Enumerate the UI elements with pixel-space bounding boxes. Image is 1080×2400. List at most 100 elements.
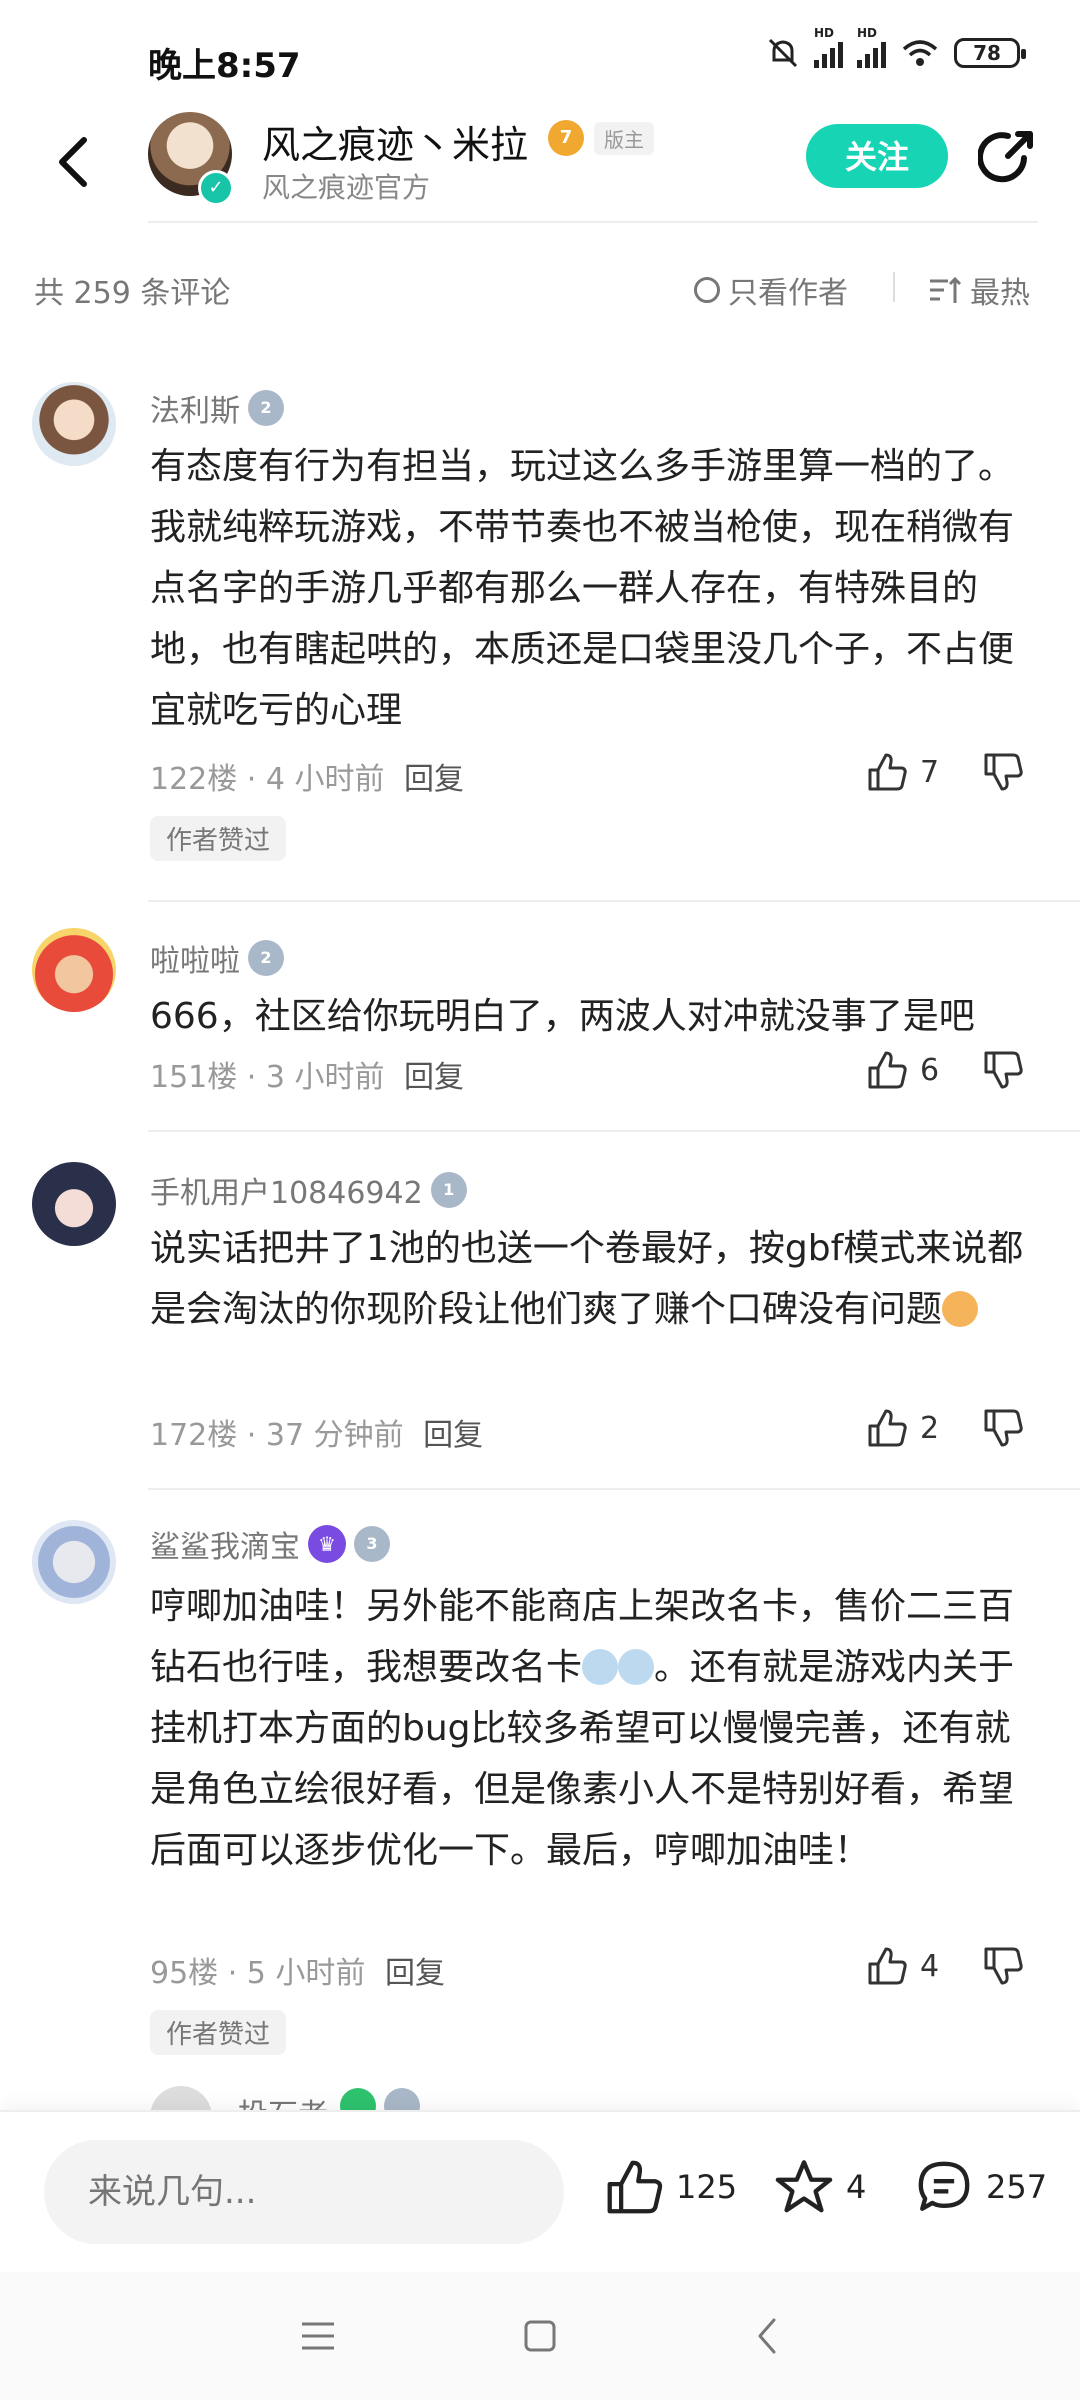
- post-like-button[interactable]: 125: [604, 2158, 737, 2216]
- comment-time: 4 小时前: [265, 762, 385, 797]
- signal-icon-2: HD: [857, 26, 886, 68]
- post-like-count: 125: [676, 2168, 738, 2206]
- comment-floor: 172楼: [150, 1418, 238, 1453]
- like-button[interactable]: 2: [866, 1408, 939, 1448]
- comment-meta: 122楼 · 4 小时前 回复: [150, 762, 465, 797]
- status-time: 晚上8:57: [148, 46, 301, 86]
- commenter-avatar[interactable]: [32, 382, 116, 466]
- commenter-row: 鲨鲨我滴宝 ♛ 3: [150, 1522, 390, 1566]
- comment-floor: 95楼: [150, 1956, 219, 1991]
- thumb-down-icon[interactable]: [982, 752, 1024, 792]
- commenter-name[interactable]: 法利斯: [150, 386, 240, 430]
- comment-meta: 95楼 · 5 小时前 回复: [150, 1956, 445, 1991]
- emoji-icon: [618, 1649, 655, 1685]
- comment-time: 3 小时前: [265, 1060, 385, 1095]
- comment-divider: [148, 900, 1080, 902]
- thumb-down-icon[interactable]: [982, 1050, 1024, 1090]
- commenter-name[interactable]: 手机用户10846942: [150, 1168, 423, 1212]
- signal-icon: HD: [814, 26, 843, 68]
- sort-label: 最热: [970, 276, 1030, 311]
- comment-text: 说实话把井了1池的也送一个卷最好，按gbf模式来说都是会淘汰的你现阶段让他们爽了…: [150, 1218, 1040, 1340]
- thumb-up-icon: [868, 1051, 907, 1089]
- author-liked-tag: 作者赞过: [150, 816, 287, 861]
- star-icon: [775, 2160, 833, 2213]
- trophy-badge-icon: ♛: [308, 1525, 346, 1563]
- like-count: 2: [920, 1410, 940, 1446]
- emoji-icon: [942, 1291, 979, 1327]
- home-icon[interactable]: [518, 2314, 562, 2358]
- status-icons: HD HD 78: [766, 26, 1026, 70]
- reply-button[interactable]: 回复: [404, 762, 464, 797]
- toolbar-divider: [893, 272, 895, 302]
- comment-meta: 172楼 · 37 分钟前 回复: [150, 1418, 484, 1453]
- comment-bubble-icon: [918, 2161, 970, 2211]
- thumb-down-icon[interactable]: [982, 1946, 1024, 1986]
- comment-floor: 151楼: [150, 1060, 238, 1095]
- reply-button[interactable]: 回复: [404, 1060, 464, 1095]
- like-count: 4: [920, 1948, 940, 1984]
- commenter-name[interactable]: 啦啦啦: [150, 936, 240, 980]
- wifi-icon: [902, 40, 938, 66]
- commenter-row: 啦啦啦 2: [150, 936, 284, 980]
- back-arrow-icon[interactable]: [50, 132, 94, 192]
- favorite-count: 4: [846, 2168, 867, 2206]
- comment-count: 共 259 条评论: [34, 276, 231, 311]
- comment-total: 257: [986, 2168, 1048, 2206]
- thumb-up-icon: [868, 753, 907, 791]
- system-nav-bar: [0, 2272, 1080, 2400]
- author-subtitle: 风之痕迹官方: [262, 171, 431, 204]
- like-button[interactable]: 4: [866, 1946, 939, 1986]
- follow-button[interactable]: 关注: [806, 124, 948, 188]
- comment-divider: [148, 1130, 1080, 1132]
- verified-icon: ✓: [198, 170, 234, 206]
- author-liked-tag: 作者赞过: [150, 2010, 287, 2055]
- sort-button[interactable]: 最热: [928, 268, 1030, 312]
- like-count: 6: [920, 1052, 940, 1088]
- header-divider: [148, 221, 1038, 223]
- post-header: ✓ 风之痕迹丶米拉 7 版主 风之痕迹官方 关注: [0, 110, 1080, 220]
- commenter-avatar[interactable]: [32, 928, 116, 1012]
- only-author-label: 只看作者: [728, 276, 848, 311]
- mute-bell-icon: [768, 38, 798, 68]
- comment-text: 有态度有行为有担当，玩过这么多手游里算一档的了。我就纯粹玩游戏，不带节奏也不被当…: [150, 446, 1015, 731]
- thumb-up-icon: [868, 1947, 907, 1985]
- commenter-name[interactable]: 鲨鲨我滴宝: [150, 1522, 300, 1566]
- radio-icon: [694, 277, 720, 303]
- menu-icon[interactable]: [296, 2314, 340, 2358]
- only-author-toggle[interactable]: 只看作者: [694, 268, 848, 312]
- thumb-down-icon[interactable]: [982, 1408, 1024, 1448]
- emoji-icon: [582, 1649, 619, 1685]
- comment-time: 5 小时前: [246, 1956, 366, 1991]
- sort-icon: [930, 276, 962, 303]
- author-name[interactable]: 风之痕迹丶米拉: [262, 114, 528, 169]
- favorite-button[interactable]: 4: [774, 2158, 866, 2216]
- level-badge-icon: 1: [430, 1172, 467, 1208]
- commenter-row: 法利斯 2: [150, 386, 284, 430]
- like-button[interactable]: 6: [866, 1050, 939, 1090]
- comment-text: 哼唧加油哇！另外能不能商店上架改名卡，售价二三百钻石也行哇，我想要改名卡 。还有就…: [150, 1576, 1040, 1881]
- thumb-up-icon: [868, 1409, 907, 1447]
- comment-input[interactable]: [44, 2140, 564, 2244]
- comment-text: 666，社区给你玩明白了，两波人对冲就没事了是吧: [150, 996, 975, 1037]
- back-nav-icon[interactable]: [746, 2314, 790, 2358]
- comment-time: 37 分钟前: [265, 1418, 404, 1453]
- share-icon[interactable]: [978, 128, 1038, 188]
- like-button[interactable]: 7: [866, 752, 939, 792]
- comment-floor: 122楼: [150, 762, 238, 797]
- commenter-row: 手机用户10846942 1: [150, 1168, 467, 1212]
- level-badge-icon: 2: [248, 390, 284, 426]
- bottom-action-bar: 125 4 257: [0, 2110, 1080, 2274]
- thumb-up-icon: [607, 2160, 663, 2214]
- battery-icon: 78: [954, 38, 1026, 68]
- comments-button[interactable]: 257: [914, 2158, 1047, 2216]
- moderator-tag: 版主: [594, 122, 654, 155]
- comment-divider: [148, 1488, 1080, 1490]
- commenter-avatar[interactable]: [32, 1162, 116, 1246]
- comments-toolbar: 共 259 条评论 只看作者 最热: [0, 262, 1080, 312]
- reply-button[interactable]: 回复: [385, 1956, 445, 1991]
- reply-button[interactable]: 回复: [423, 1418, 483, 1453]
- commenter-avatar[interactable]: [32, 1520, 116, 1604]
- comment-meta: 151楼 · 3 小时前 回复: [150, 1060, 465, 1095]
- comment-text-body: 说实话把井了1池的也送一个卷最好，按gbf模式来说都是会淘汰的你现阶段让他们爽了…: [150, 1228, 1024, 1330]
- status-bar: 晚上8:57 HD HD 78: [0, 0, 1080, 120]
